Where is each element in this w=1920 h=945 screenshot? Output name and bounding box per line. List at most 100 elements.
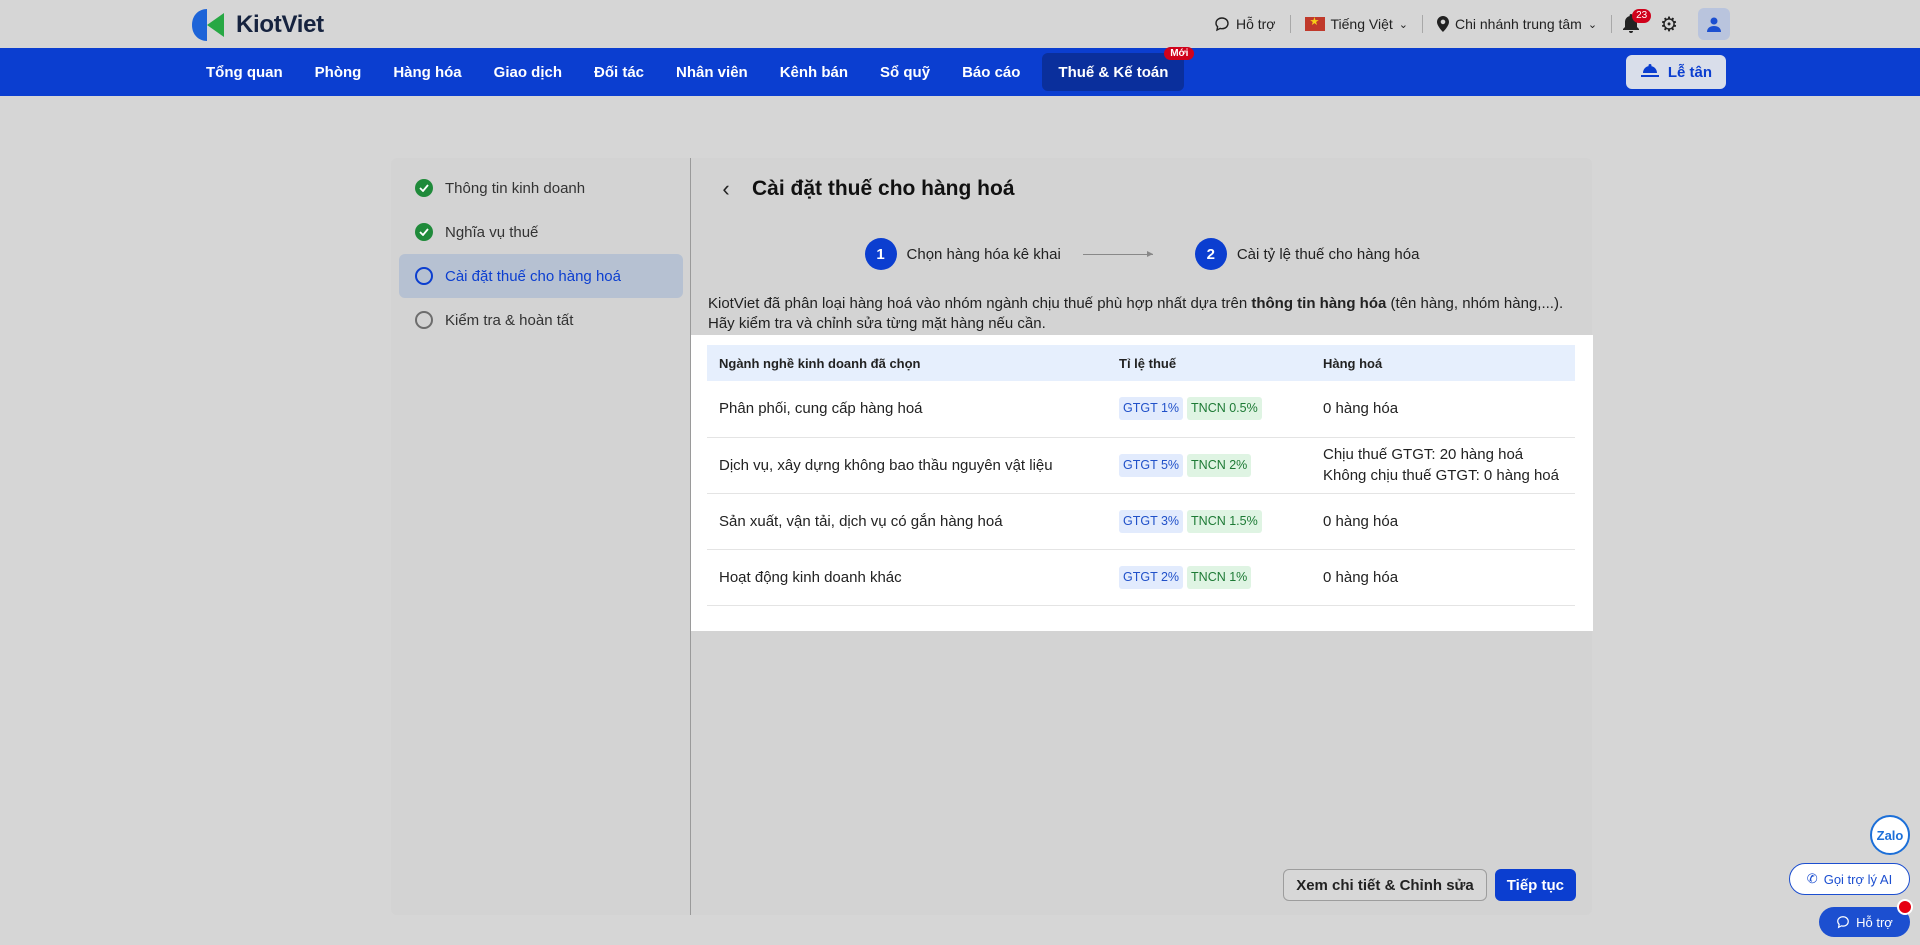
reception-button[interactable]: Lễ tân — [1625, 55, 1726, 89]
logo-text: KiotViet — [236, 11, 324, 38]
description-pre: KiotViet đã phân loại hàng hoá vào nhóm … — [708, 295, 1252, 312]
step-review-finish[interactable]: Kiểm tra & hoàn tất — [399, 298, 683, 342]
user-avatar[interactable] — [1698, 8, 1730, 40]
tax-rate-table: Ngành nghề kinh doanh đã chọn Tỉ lệ thuế… — [707, 345, 1575, 606]
step-tax-obligation[interactable]: Nghĩa vụ thuế — [399, 210, 683, 254]
chevron-down-icon: ⌄ — [1398, 18, 1408, 31]
goods-count-nontaxable: Không chịu thuế GTGT: 0 hàng hoá — [1323, 467, 1559, 484]
phone-icon: ✆ — [1806, 871, 1818, 886]
ai-assistant-label: Gọi trợ lý AI — [1823, 871, 1893, 887]
user-icon — [1707, 17, 1721, 32]
nav-thue-ke-toan[interactable]: Thuế & Kế toán Mới — [1042, 47, 1195, 91]
step-business-info[interactable]: Thông tin kinh doanh — [399, 166, 683, 210]
branch-selector[interactable]: Chi nhánh trung tâm ⌄ — [1423, 0, 1611, 48]
industry-cell: Dịch vụ, xây dựng không bao thầu nguyên … — [707, 437, 1107, 494]
table-row[interactable]: Phân phối, cung cấp hàng hoá GTGT 1% TNCN… — [707, 381, 1575, 438]
nav-nhan-vien[interactable]: Nhân viên — [660, 53, 764, 91]
nav-thue-ke-toan-label: Thuế & Kế toán — [1058, 63, 1169, 81]
ai-assistant-button[interactable]: ✆ Gọi trợ lý AI — [1789, 863, 1910, 895]
goods-cell: Chịu thuế GTGT: 20 hàng hoá Không chịu th… — [1311, 437, 1575, 494]
nav-tong-quan[interactable]: Tổng quan — [190, 53, 299, 91]
zalo-chat-button[interactable]: Zalo — [1870, 815, 1910, 855]
settings-button[interactable]: ⚙ — [1650, 0, 1688, 48]
kiotviet-logo[interactable]: KiotViet — [190, 7, 324, 43]
help-chat-button[interactable]: Hỗ trợ — [1819, 907, 1910, 937]
wizard-steps: 1 Chọn hàng hóa kê khai 2 Cài tỷ lệ thuế… — [692, 238, 1592, 270]
language-label: Tiếng Việt — [1330, 16, 1393, 32]
support-label: Hỗ trợ — [1235, 16, 1276, 32]
tncn-tag: TNCN 1% — [1187, 565, 1252, 589]
step-goods-tax-setup[interactable]: Cài đặt thuế cho hàng hoá — [399, 254, 683, 298]
unread-indicator — [1897, 899, 1913, 915]
notification-button[interactable]: 23 — [1612, 0, 1652, 48]
nav-kenh-ban[interactable]: Kênh bán — [764, 53, 864, 91]
table-row[interactable]: Hoạt động kinh doanh khác GTGT 2% TNCN 1%… — [707, 549, 1575, 606]
back-arrow-icon[interactable]: ‹ — [714, 176, 738, 202]
language-selector[interactable]: Tiếng Việt ⌄ — [1291, 0, 1422, 48]
top-bar: KiotViet Hỗ trợ Tiếng Việt ⌄ Chi nhánh t… — [0, 0, 1920, 48]
gtgt-tag: GTGT 1% — [1119, 397, 1184, 421]
location-pin-icon — [1436, 16, 1449, 32]
tax-rate-cell: GTGT 5% TNCN 2% — [1107, 437, 1311, 494]
industry-cell: Hoạt động kinh doanh khác — [707, 549, 1107, 606]
help-label: Hỗ trợ — [1856, 914, 1893, 930]
step-label: Nghĩa vụ thuế — [445, 223, 539, 241]
check-circle-icon — [415, 223, 433, 241]
column-header: Hàng hoá — [1311, 345, 1575, 381]
wizard-step-number: 2 — [1194, 238, 1227, 270]
tncn-tag: TNCN 0.5% — [1187, 397, 1262, 421]
new-badge: Mới — [1164, 47, 1195, 60]
tax-rate-cell: GTGT 3% TNCN 1.5% — [1107, 493, 1311, 550]
table-row[interactable]: Sản xuất, vận tải, dịch vụ có gắn hàng h… — [707, 493, 1575, 550]
continue-button[interactable]: Tiếp tục — [1494, 869, 1576, 901]
notification-count-badge: 23 — [1632, 9, 1652, 23]
chevron-down-icon: ⌄ — [1587, 18, 1598, 31]
arrow-right-icon — [1082, 250, 1153, 257]
tncn-tag: TNCN 1.5% — [1187, 509, 1262, 533]
tax-table-card: Ngành nghề kinh doanh đã chọn Tỉ lệ thuế… — [691, 335, 1593, 631]
page-title: Cài đặt thuế cho hàng hoá — [752, 177, 1015, 200]
nav-items: Tổng quan Phòng Hàng hóa Giao dịch Đối t… — [190, 47, 1195, 96]
nav-hang-hoa[interactable]: Hàng hóa — [377, 53, 477, 91]
setup-panel: Thông tin kinh doanh Nghĩa vụ thuế Cài đ… — [391, 158, 1593, 915]
action-buttons: Xem chi tiết & Chỉnh sửa Tiếp tục — [1283, 869, 1576, 901]
step-label: Cài đặt thuế cho hàng hoá — [445, 267, 621, 285]
column-header: Ngành nghề kinh doanh đã chọn — [707, 345, 1107, 381]
goods-cell: 0 hàng hóa — [1311, 381, 1575, 438]
view-detail-edit-button[interactable]: Xem chi tiết & Chỉnh sửa — [1283, 869, 1487, 901]
main-navbar: Tổng quan Phòng Hàng hóa Giao dịch Đối t… — [0, 47, 1920, 96]
support-link[interactable]: Hỗ trợ — [1200, 0, 1290, 48]
table-row[interactable]: Dịch vụ, xây dựng không bao thầu nguyên … — [707, 437, 1575, 494]
branch-label: Chi nhánh trung tâm — [1454, 16, 1582, 32]
chat-bubble-icon — [1837, 916, 1850, 929]
nav-so-quy[interactable]: Sổ quỹ — [864, 53, 946, 91]
goods-cell: 0 hàng hóa — [1311, 549, 1575, 606]
reception-bell-icon — [1640, 64, 1659, 77]
goods-tax-content: ‹ Cài đặt thuế cho hàng hoá 1 Chọn hàng … — [691, 158, 1593, 915]
tax-rate-cell: GTGT 2% TNCN 1% — [1107, 549, 1311, 606]
wizard-step-label: Chọn hàng hóa kê khai — [906, 245, 1061, 263]
nav-phong[interactable]: Phòng — [299, 53, 378, 91]
gtgt-tag: GTGT 3% — [1119, 509, 1184, 533]
wizard-step-label: Cài tỷ lệ thuế cho hàng hóa — [1236, 245, 1420, 263]
vietnam-flag-icon — [1304, 15, 1325, 31]
nav-bao-cao[interactable]: Báo cáo — [946, 53, 1036, 91]
tax-rate-cell: GTGT 1% TNCN 0.5% — [1107, 381, 1311, 438]
industry-cell: Phân phối, cung cấp hàng hoá — [707, 381, 1107, 438]
table-header-row: Ngành nghề kinh doanh đã chọn Tỉ lệ thuế… — [707, 345, 1575, 381]
nav-giao-dich[interactable]: Giao dịch — [478, 53, 578, 91]
top-right-toolbar: Hỗ trợ Tiếng Việt ⌄ Chi nhánh trung tâm … — [1200, 0, 1730, 48]
description-bold: thông tin hàng hóa — [1251, 295, 1387, 312]
goods-count: 0 hàng hóa — [1323, 568, 1399, 586]
nav-doi-tac[interactable]: Đối tác — [578, 53, 660, 91]
step-label: Kiểm tra & hoàn tất — [445, 311, 574, 329]
reception-label: Lễ tân — [1667, 63, 1712, 81]
goods-count-taxable: Chịu thuế GTGT: 20 hàng hoá — [1323, 446, 1524, 463]
wizard-step-number: 1 — [864, 238, 897, 270]
kiotviet-logo-icon — [192, 9, 224, 41]
goods-cell: 0 hàng hóa — [1311, 493, 1575, 550]
description-text: KiotViet đã phân loại hàng hoá vào nhóm … — [708, 294, 1578, 334]
industry-cell: Sản xuất, vận tải, dịch vụ có gắn hàng h… — [707, 493, 1107, 550]
goods-count: 0 hàng hóa — [1323, 512, 1399, 530]
pending-step-circle-icon — [415, 311, 433, 329]
